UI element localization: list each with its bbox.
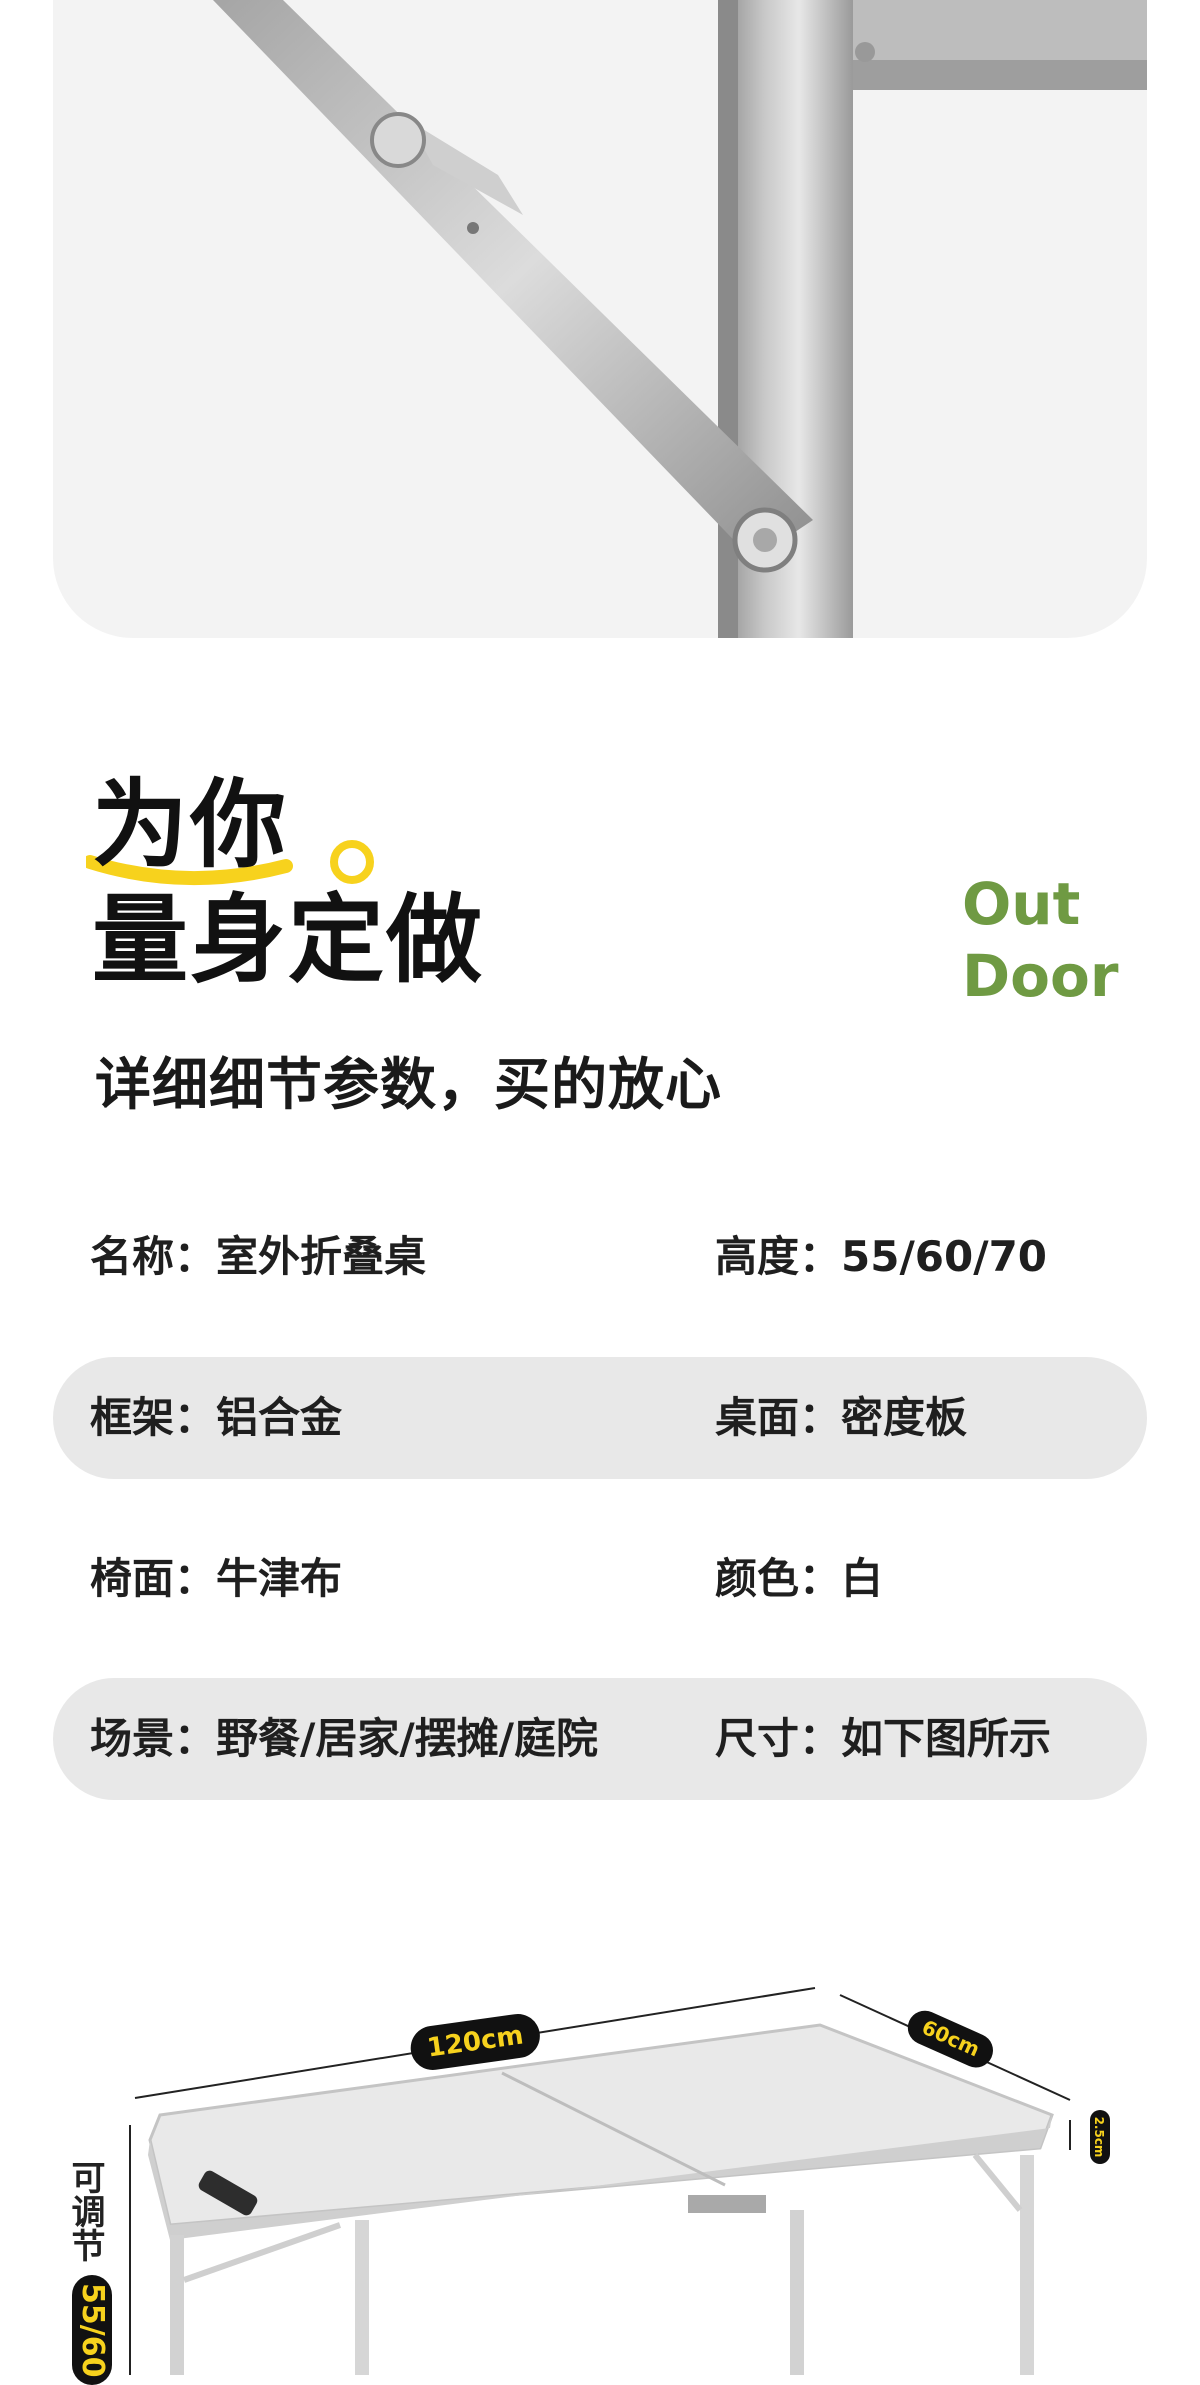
spec-seat: 椅面：牛津布 [90,1554,343,1603]
spec-row: 椅面：牛津布 颜色：白 [53,1518,1147,1640]
spec-height: 高度：55/60/70 [715,1232,1048,1281]
spec-color: 颜色：白 [715,1554,884,1603]
thickness-value: 2.5cm [1092,2117,1106,2158]
length-label: 120cm [410,2013,540,2070]
height-range-pill: 55/60 [72,2275,112,2385]
spec-size: 尺寸：如下图所示 [715,1714,1052,1763]
spec-row: 框架：铝合金 桌面：密度板 [53,1357,1147,1479]
product-detail-photo [53,0,1147,638]
yellow-circle-decoration [330,840,374,884]
headline-block: 为你 量身定做 [86,769,484,1000]
brand-line-1: Out [962,870,1081,938]
spec-scene: 场景：野餐/居家/摆摊/庭院 [90,1714,599,1763]
spec-tabletop: 桌面：密度板 [715,1393,968,1442]
thickness-label: 2.5cm [1090,2110,1110,2164]
brand-line-2: Door [962,942,1119,1010]
spec-row: 场景：野餐/居家/摆摊/庭院 尺寸：如下图所示 [53,1678,1147,1800]
headline-line-1: 为你 [86,769,484,886]
adjustable-label: 可调节 [65,2160,105,2262]
spec-name: 名称：室外折叠桌 [90,1232,427,1281]
spec-row: 名称：室外折叠桌 高度：55/60/70 [53,1196,1147,1318]
headline-line-2: 量身定做 [92,884,484,996]
subtitle: 详细细节参数，买的放心 [95,1053,722,1118]
table-dimension-illustration: 120cm 60cm 2.5cm [129,1987,1110,2375]
headline-text-1: 为你 [92,769,288,881]
brand-outdoor: Out Door [962,868,1118,1012]
spec-frame: 框架：铝合金 [90,1393,343,1442]
